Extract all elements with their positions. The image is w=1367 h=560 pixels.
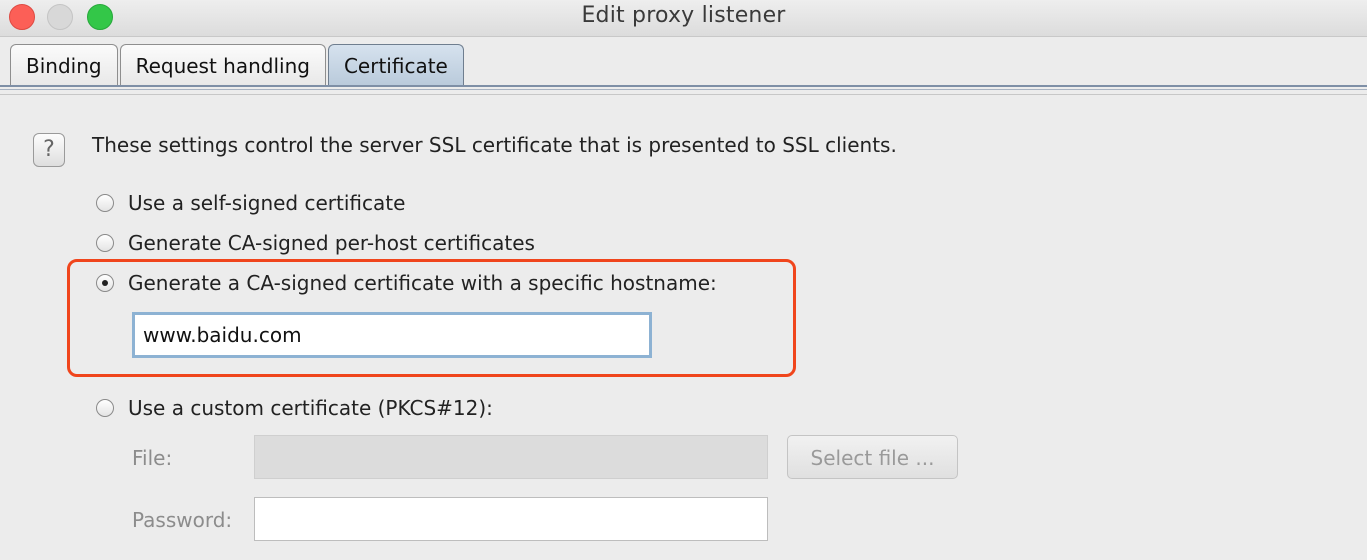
tab-request-handling[interactable]: Request handling xyxy=(119,44,326,86)
option-label: Generate CA-signed per-host certificates xyxy=(128,231,535,255)
password-label: Password: xyxy=(132,508,233,532)
file-label: File: xyxy=(132,446,173,470)
tab-certificate[interactable]: Certificate xyxy=(327,44,464,86)
tab-divider-inner xyxy=(0,89,1367,90)
question-icon[interactable]: ? xyxy=(33,133,65,167)
tab-divider xyxy=(0,85,1367,87)
password-field[interactable] xyxy=(254,497,768,541)
window-title: Edit proxy listener xyxy=(581,3,786,28)
option-label: Use a custom certificate (PKCS#12): xyxy=(128,396,493,420)
tab-bar: Binding Request handling Certificate xyxy=(10,44,466,86)
title-bar: Edit proxy listener xyxy=(0,0,1367,37)
tab-binding[interactable]: Binding xyxy=(10,44,118,86)
option-self-signed[interactable]: Use a self-signed certificate xyxy=(96,191,405,215)
option-ca-per-host[interactable]: Generate CA-signed per-host certificates xyxy=(96,231,535,255)
option-custom-certificate[interactable]: Use a custom certificate (PKCS#12): xyxy=(96,396,493,420)
radio-button[interactable] xyxy=(96,194,114,212)
certificate-description: These settings control the server SSL ce… xyxy=(92,133,897,157)
radio-button-selected[interactable] xyxy=(96,274,114,292)
radio-button[interactable] xyxy=(96,234,114,252)
tab-divider-shadow xyxy=(0,94,1367,95)
radio-button[interactable] xyxy=(96,399,114,417)
select-file-button[interactable]: Select file ... xyxy=(787,435,958,479)
hostname-input[interactable] xyxy=(132,312,652,358)
option-label: Generate a CA-signed certificate with a … xyxy=(128,271,717,295)
file-path-field xyxy=(254,435,768,479)
option-label: Use a self-signed certificate xyxy=(128,191,406,215)
option-specific-hostname[interactable]: Generate a CA-signed certificate with a … xyxy=(96,271,717,295)
